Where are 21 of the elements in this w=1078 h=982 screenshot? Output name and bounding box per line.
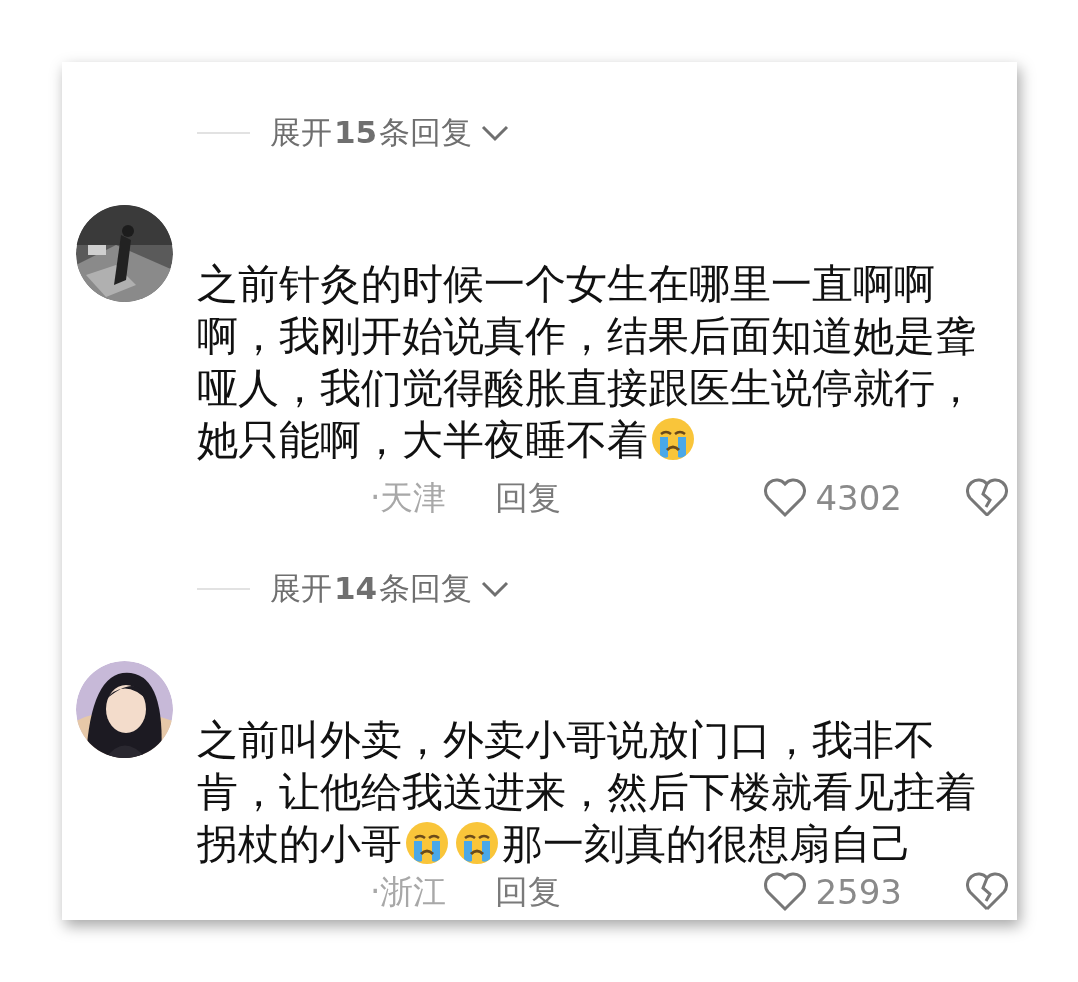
crying-face-icon	[650, 416, 696, 462]
chevron-down-icon	[480, 580, 511, 598]
crying-face-icon	[454, 820, 500, 866]
like-button[interactable]: 2593	[763, 872, 902, 912]
heart-icon	[763, 478, 808, 518]
expand-replies-button[interactable]: 展开15条回复	[270, 112, 511, 154]
chevron-down-icon	[480, 124, 511, 142]
dislike-button[interactable]	[966, 478, 1008, 518]
expand-replies-button[interactable]: 展开14条回复	[270, 568, 511, 610]
broken-heart-icon	[966, 478, 1008, 518]
comment-text: 之前针灸的时候一个女生在哪里一直啊啊啊，我刚开始说真作，结果后面知道她是聋哑人，我们觉得酸胀直接跟医生说停就行，她只能啊，大半夜睡不着	[197, 259, 977, 466]
heart-icon	[763, 872, 808, 912]
comment-text: 之前叫外卖，外卖小哥说放门口，我非不肯，让他给我送进来，然后下楼就看见拄着拐杖的小哥 那一刻真的很想扇自己	[197, 715, 977, 870]
location-text: ·浙江	[370, 870, 447, 913]
dislike-button[interactable]	[966, 872, 1008, 912]
broken-heart-icon	[966, 872, 1008, 912]
like-button[interactable]: 4302	[763, 478, 902, 518]
reply-button[interactable]: 回复	[494, 475, 561, 521]
location-text: ·天津	[370, 476, 447, 519]
reply-button[interactable]: 回复	[494, 869, 561, 915]
crying-face-icon	[404, 820, 450, 866]
